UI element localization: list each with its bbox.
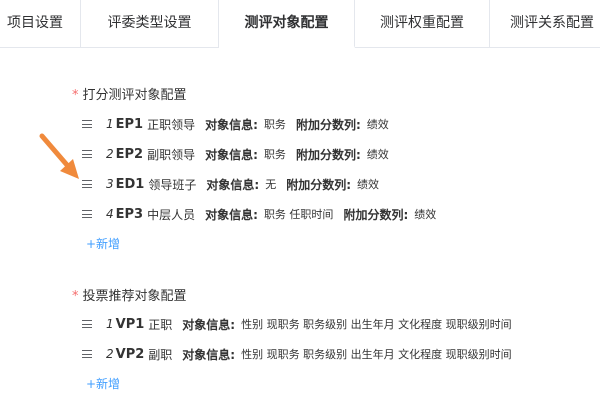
annotation-arrow-icon [39,133,79,179]
